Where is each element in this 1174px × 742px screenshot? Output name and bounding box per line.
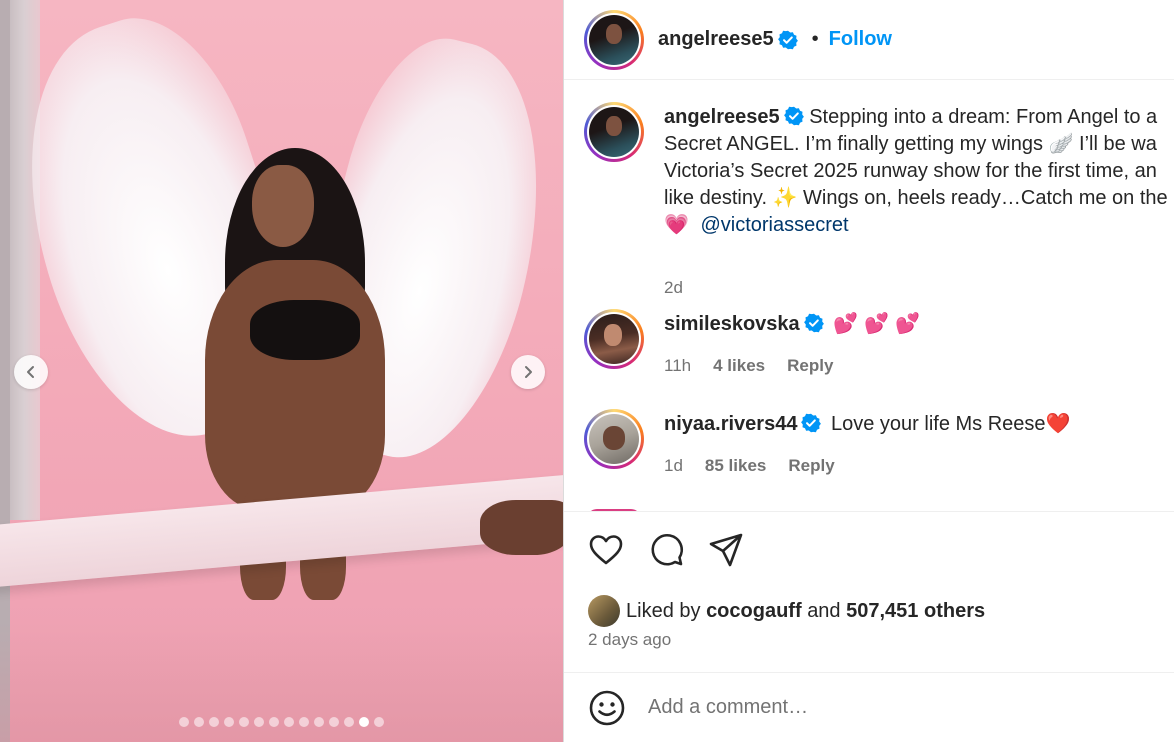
liker-avatar[interactable] [588,595,620,627]
add-comment-bar [564,672,1174,742]
comment-username[interactable]: niyaa.rivers44 [664,413,797,435]
likes-prefix: Liked by [626,599,701,622]
reply-button[interactable]: Reply [787,356,833,376]
verified-badge-icon [803,313,824,333]
comment-body: 💕💕💕 [833,313,926,335]
verified-badge-icon [783,106,804,126]
assistant-hand [480,500,563,555]
next-comment-avatar [587,509,641,511]
likes-count[interactable]: 507,451 others [846,600,985,623]
carousel-dot [269,717,279,727]
carousel-dot [239,717,249,727]
comment-body: Love your life Ms Reese❤️ [831,413,1071,435]
carousel-dot [329,717,339,727]
carousel-prev-button[interactable] [14,355,48,389]
carousel-dot [314,717,324,727]
post-header: angelreese5 • Follow [564,0,1174,80]
smiley-icon[interactable] [588,689,626,727]
caption-time[interactable]: 2d [664,278,683,298]
likes-joiner: and [807,599,841,622]
caption-meta: 2d [664,278,683,298]
mention-link[interactable]: @victoriassecret [700,214,848,236]
model-body [205,260,385,510]
verified-badge-icon [801,413,822,433]
share-icon[interactable] [708,532,744,568]
caption-line: Stepping into a dream: From Angel to a [809,106,1158,128]
model-outfit [250,300,360,360]
comment-time[interactable]: 1d [664,456,683,476]
post-timestamp[interactable]: 2 days ago [588,630,671,650]
carousel-next-button[interactable] [511,355,545,389]
story-ring[interactable] [584,102,644,162]
header-username[interactable]: angelreese5 [658,28,774,51]
post-details-panel: angelreese5 • Follow angelreese5 Steppin… [563,0,1174,742]
story-ring[interactable] [584,9,644,70]
model-face [252,165,314,247]
carousel-dot [224,717,234,727]
avatar [589,107,639,157]
heart-icon[interactable] [588,532,624,568]
comments-list[interactable]: angelreese5 Stepping into a dream: From … [564,81,1174,512]
chevron-right-icon [525,366,532,378]
comment-time[interactable]: 11h [664,356,691,376]
comment-likes[interactable]: 4 likes [713,356,765,376]
carousel-indicator [0,717,563,727]
header-separator: • [811,28,819,50]
comment-text: niyaa.rivers44 Love your life Ms Reese❤️ [664,411,1174,438]
carousel-dot [284,717,294,727]
carousel-dot [299,717,309,727]
story-ring[interactable] [584,409,644,469]
carousel-dot [374,717,384,727]
comment-likes[interactable]: 85 likes [705,456,766,476]
comment-input[interactable] [648,696,1128,719]
post-media[interactable] [0,0,563,742]
heart-emoji: 💗 [664,214,689,236]
comment-meta: 11h 4 likes Reply [664,356,833,376]
comment-row: niyaa.rivers44 Love your life Ms Reese❤️… [584,409,1174,489]
action-bar [588,532,744,568]
caption-line: like destiny. ✨ Wings on, heels ready…Ca… [664,187,1168,209]
carousel-dot [254,717,264,727]
likes-summary: Liked by cocogauff and 507,451 others [588,595,985,627]
carousel-dot [359,717,369,727]
avatar [589,314,639,364]
comment-username[interactable]: simileskovska [664,313,800,335]
caption-text: angelreese5 Stepping into a dream: From … [664,104,1174,239]
reply-button[interactable]: Reply [788,456,834,476]
comment-icon[interactable] [648,532,684,568]
carousel-dot [209,717,219,727]
caption-row: angelreese5 Stepping into a dream: From … [584,102,1174,297]
follow-button[interactable]: Follow [829,28,892,51]
carousel-dot [179,717,189,727]
caption-line: Victoria’s Secret 2025 runway show for t… [664,160,1157,182]
comment-meta: 1d 85 likes Reply [664,456,835,476]
avatar [589,14,639,65]
verified-badge-icon [777,30,798,49]
carousel-dot [194,717,204,727]
comment-text: simileskovska 💕💕💕 [664,311,1174,338]
story-ring[interactable] [584,309,644,369]
caption-line: Secret ANGEL. I’m finally getting my win… [664,133,1157,155]
comment-row: simileskovska 💕💕💕 11h 4 likes Reply [584,309,1174,389]
avatar [589,414,639,464]
caption-username[interactable]: angelreese5 [664,106,780,128]
carousel-dot [344,717,354,727]
liker-username[interactable]: cocogauff [706,600,802,623]
chevron-left-icon [27,366,34,378]
